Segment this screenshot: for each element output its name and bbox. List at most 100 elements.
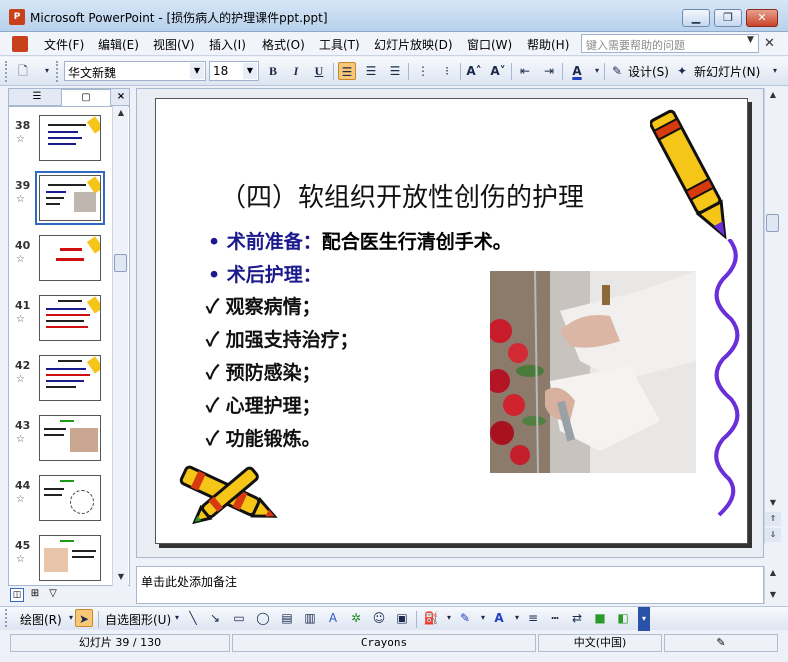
tab-outline[interactable]: ☰ [13, 89, 61, 106]
thumbnail-image[interactable] [39, 235, 101, 281]
thumbnail-42[interactable]: 42 ☆ [9, 355, 117, 415]
help-dropdown-icon[interactable]: ▼ [747, 35, 754, 45]
text-color-icon[interactable]: A [490, 609, 508, 627]
notes-scrollbar[interactable]: ▲ ▼ [764, 566, 780, 604]
chevron-down-icon[interactable]: ▼ [190, 63, 204, 79]
close-button[interactable]: ✕ [746, 9, 778, 27]
font-name-select[interactable]: 华文新魏 ▼ [64, 61, 206, 81]
3d-style-icon[interactable]: ◧ [614, 609, 632, 627]
restore-button[interactable]: ❐ [714, 9, 742, 27]
increase-font-icon[interactable]: A˄ [465, 62, 483, 80]
font-size-select[interactable]: 18 ▼ [209, 61, 259, 81]
tab-slides[interactable]: ▢ [61, 89, 111, 106]
current-slide[interactable]: （四）软组织开放性创伤的护理 • 术前准备：配合医生行清创手术。 • 术后护理：… [155, 98, 748, 544]
arrow-style-icon[interactable]: ⇄ [568, 609, 586, 627]
slideshow-icon[interactable]: ▽ [46, 588, 60, 602]
chevron-down-icon[interactable]: ▼ [243, 63, 257, 79]
thumbnail-image[interactable] [39, 415, 101, 461]
slide-title[interactable]: （四）软组织开放性创伤的护理 [220, 177, 584, 214]
scroll-down-icon[interactable]: ▼ [765, 588, 781, 602]
arrow-tool-icon[interactable]: ↘ [206, 609, 224, 627]
decrease-font-icon[interactable]: A˅ [489, 62, 507, 80]
scroll-down-icon[interactable]: ▼ [765, 496, 781, 510]
vertical-textbox-icon[interactable]: ▥ [301, 609, 319, 627]
scroll-up-icon[interactable]: ▲ [113, 106, 129, 120]
thumbnail-image[interactable] [35, 171, 105, 225]
notes-pane[interactable]: 单击此处添加备注 [136, 566, 764, 604]
bulleted-list-icon[interactable]: ⁝ [438, 62, 456, 80]
thumbnail-41[interactable]: 41 ☆ [9, 295, 117, 355]
menu-insert[interactable]: 插入(I) [209, 36, 246, 53]
scrollbar-thumb[interactable] [766, 214, 779, 232]
menu-slideshow[interactable]: 幻灯片放映(D) [374, 36, 453, 53]
scroll-up-icon[interactable]: ▲ [765, 566, 781, 580]
diagram-icon[interactable]: ✲ [347, 609, 365, 627]
scroll-up-icon[interactable]: ▲ [765, 88, 781, 102]
thumbnail-image[interactable] [39, 115, 101, 161]
align-left-icon[interactable]: ☰ [338, 62, 356, 80]
document-icon[interactable] [12, 36, 28, 52]
thumbnail-44[interactable]: 44 ☆ [9, 475, 117, 535]
bullet-postop[interactable]: • 术后护理： [208, 260, 322, 287]
line-tool-icon[interactable]: ╲ [184, 609, 202, 627]
toolbar-options-icon[interactable]: ▾ [638, 607, 650, 631]
rectangle-tool-icon[interactable]: ▭ [230, 609, 248, 627]
textbox-tool-icon[interactable]: ▤ [278, 609, 296, 627]
align-right-icon[interactable]: ☰ [386, 62, 404, 80]
toolbar-grip[interactable] [5, 609, 8, 627]
thumbnail-image[interactable] [39, 535, 101, 581]
minimize-button[interactable]: ▁ [682, 9, 710, 27]
menu-view[interactable]: 视图(V) [153, 36, 195, 53]
scrollbar-thumb[interactable] [114, 254, 127, 272]
slide-photo[interactable] [490, 271, 696, 473]
toolbar-options-icon[interactable]: ▾ [38, 62, 56, 80]
thumbnail-38[interactable]: 38 ☆ [9, 115, 117, 175]
check-item[interactable]: ✓ 加强支持治疗； [206, 325, 359, 352]
toolbar-grip[interactable] [5, 61, 8, 82]
next-slide-icon[interactable]: ⇓ [765, 528, 781, 542]
shadow-style-icon[interactable]: ■ [591, 609, 609, 627]
bold-button[interactable]: B [264, 62, 282, 80]
thumbnail-39[interactable]: 39 ☆ [9, 171, 117, 235]
fill-color-icon[interactable]: ⛽ [422, 609, 440, 627]
line-style-icon[interactable]: ≡ [524, 609, 542, 627]
font-color-icon[interactable]: A [568, 62, 586, 80]
check-item[interactable]: ✓ 心理护理； [206, 391, 321, 418]
thumbnails-scrollbar[interactable]: ▲ ▼ [112, 106, 128, 586]
menu-tools[interactable]: 工具(T) [319, 36, 360, 53]
thumbnail-43[interactable]: 43 ☆ [9, 415, 117, 475]
decrease-indent-icon[interactable]: ⇤ [516, 62, 534, 80]
design-button[interactable]: 设计(S) [628, 63, 669, 80]
panel-close-button[interactable]: × [113, 89, 129, 106]
thumbnail-image[interactable] [39, 475, 101, 521]
wordart-icon[interactable]: A [324, 609, 342, 627]
check-item[interactable]: ✓ 预防感染； [206, 358, 321, 385]
menu-help[interactable]: 帮助(H) [527, 36, 569, 53]
bullet-preop[interactable]: • 术前准备：配合医生行清创手术。 [208, 227, 512, 254]
menu-edit[interactable]: 编辑(E) [98, 36, 139, 53]
select-pointer-icon[interactable]: ➤ [75, 609, 93, 627]
check-item[interactable]: ✓ 功能锻炼。 [206, 424, 321, 451]
dash-style-icon[interactable]: ┅ [546, 609, 564, 627]
help-search-input[interactable]: 键入需要帮助的问题 [581, 34, 759, 53]
thumbnail-image[interactable] [39, 355, 101, 401]
normal-view-icon[interactable]: ◫ [10, 588, 24, 602]
clipart-icon[interactable]: ☺ [370, 609, 388, 627]
new-document-icon[interactable]: 🗋 [14, 62, 32, 80]
menu-format[interactable]: 格式(O) [262, 36, 305, 53]
picture-icon[interactable]: ▣ [393, 609, 411, 627]
draw-menu-button[interactable]: 绘图(R) [20, 611, 62, 628]
previous-slide-icon[interactable]: ⇑ [765, 512, 781, 526]
document-close-icon[interactable]: ✕ [764, 36, 775, 51]
oval-tool-icon[interactable]: ◯ [254, 609, 272, 627]
menu-window[interactable]: 窗口(W) [467, 36, 512, 53]
line-color-icon[interactable]: ✎ [456, 609, 474, 627]
menu-file[interactable]: 文件(F) [44, 36, 84, 53]
increase-indent-icon[interactable]: ⇥ [540, 62, 558, 80]
powerpoint-app-icon[interactable]: P [9, 9, 25, 25]
new-slide-button[interactable]: 新幻灯片(N) [694, 63, 760, 80]
scroll-down-icon[interactable]: ▼ [113, 570, 129, 584]
spelling-status[interactable]: ✎ [664, 634, 778, 652]
check-item[interactable]: ✓ 观察病情； [206, 292, 321, 319]
slide-sorter-icon[interactable]: ⊞ [28, 588, 42, 602]
